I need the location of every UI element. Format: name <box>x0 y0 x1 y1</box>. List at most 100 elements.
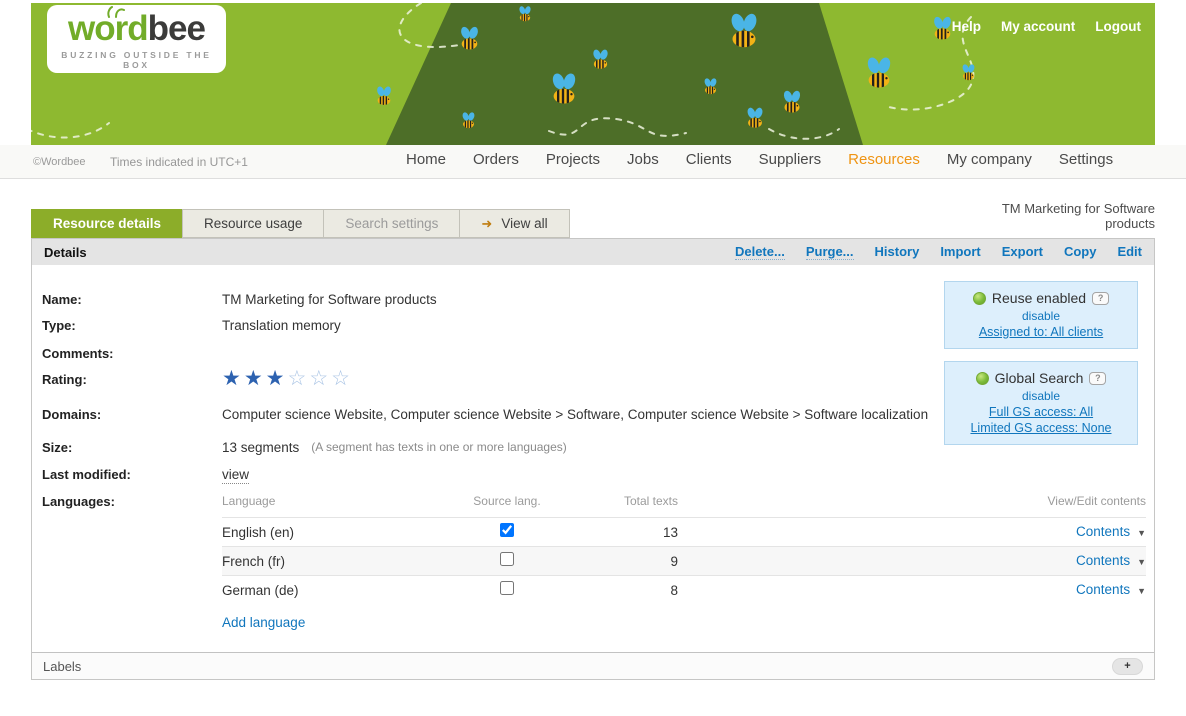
name-label: Name: <box>42 291 222 308</box>
wordbee-page: wordbee BUZZING OUTSIDE THE BOX Help My … <box>0 0 1186 716</box>
tab-resource-usage[interactable]: Resource usage <box>182 209 324 238</box>
nav-item-suppliers[interactable]: Suppliers <box>759 151 822 168</box>
details-panel: Name:TM Marketing for Software products … <box>32 265 1154 652</box>
header-view-edit-contents: View/Edit contents <box>678 493 1146 510</box>
copyright-text: ©Wordbee <box>33 156 86 168</box>
purge-button[interactable]: Purge... <box>806 244 854 260</box>
disable-global-search-link[interactable]: disable <box>949 389 1133 403</box>
contents-link[interactable]: Contents <box>1076 524 1130 539</box>
language-name: German (de) <box>222 582 462 599</box>
page-title: TM Marketing for Software products <box>987 202 1155 232</box>
contents-link[interactable]: Contents <box>1076 582 1130 597</box>
language-row-english: English (en) 13 Contents▼ <box>222 517 1146 546</box>
wordbee-logo[interactable]: wordbee BUZZING OUTSIDE THE BOX <box>47 5 226 73</box>
labels-bar: Labels + <box>32 652 1154 679</box>
limited-gs-access-link[interactable]: Limited GS access: None <box>949 421 1133 435</box>
star-filled-icon[interactable]: ★ <box>222 367 244 390</box>
nav-item-projects[interactable]: Projects <box>546 151 600 168</box>
languages-table-header: Language Source lang. Total texts View/E… <box>222 493 1146 517</box>
total-texts-value: 13 <box>552 524 678 541</box>
reuse-enabled-panel: Reuse enabled ? disable Assigned to: All… <box>944 281 1138 349</box>
source-lang-checkbox[interactable] <box>500 523 514 537</box>
size-label: Size: <box>42 439 222 456</box>
subbar: ©Wordbee Times indicated in UTC+1 Home O… <box>0 145 1186 179</box>
domains-value: Computer science Website, Computer scien… <box>222 406 928 423</box>
import-button[interactable]: Import <box>940 244 980 260</box>
nav-item-home[interactable]: Home <box>406 151 446 168</box>
status-enabled-icon <box>976 372 989 385</box>
languages-label: Languages: <box>42 493 222 510</box>
nav-item-jobs[interactable]: Jobs <box>627 151 659 168</box>
full-gs-access-link[interactable]: Full GS access: All <box>949 405 1133 419</box>
disable-reuse-link[interactable]: disable <box>949 309 1133 323</box>
bee-icon <box>459 111 478 130</box>
header-language: Language <box>222 493 462 510</box>
add-label-button[interactable]: + <box>1112 658 1143 675</box>
star-filled-icon[interactable]: ★ <box>244 367 266 390</box>
chevron-down-icon[interactable]: ▼ <box>1137 557 1146 567</box>
contents-link[interactable]: Contents <box>1076 553 1130 568</box>
global-search-title: Global Search <box>995 370 1084 386</box>
size-value: 13 segments <box>222 439 299 456</box>
language-row-german: German (de) 8 Contents ▼ <box>222 575 1146 604</box>
source-lang-checkbox[interactable] <box>500 581 514 595</box>
edit-button[interactable]: Edit <box>1117 244 1142 260</box>
star-filled-icon[interactable]: ★ <box>266 367 288 390</box>
help-icon[interactable]: ? <box>1089 372 1106 385</box>
chevron-down-icon[interactable]: ▼ <box>1137 586 1146 596</box>
nav-item-resources[interactable]: Resources <box>848 151 920 168</box>
view-link[interactable]: view <box>222 466 249 484</box>
details-toolbar: Details Delete... Purge... History Impor… <box>32 239 1154 265</box>
comments-label: Comments: <box>42 345 222 362</box>
logo-tagline: BUZZING OUTSIDE THE BOX <box>47 50 226 70</box>
chevron-down-icon[interactable]: ▼ <box>1137 528 1146 538</box>
export-button[interactable]: Export <box>1002 244 1043 260</box>
bee-icon <box>546 71 582 107</box>
history-button[interactable]: History <box>875 244 920 260</box>
name-value: TM Marketing for Software products <box>222 291 437 308</box>
total-texts-value: 8 <box>552 582 678 599</box>
top-links: Help My account Logout <box>952 19 1141 34</box>
bee-icon <box>373 85 395 107</box>
tab-view-all[interactable]: ➜View all <box>459 209 569 238</box>
bee-icon <box>959 63 978 82</box>
nav-item-orders[interactable]: Orders <box>473 151 519 168</box>
help-link[interactable]: Help <box>952 19 981 34</box>
tab-search-settings[interactable]: Search settings <box>323 209 460 238</box>
arrow-right-icon: ➜ <box>481 216 492 232</box>
nav-item-settings[interactable]: Settings <box>1059 151 1113 168</box>
header-source-lang: Source lang. <box>462 493 552 510</box>
language-name: French (fr) <box>222 553 462 570</box>
labels-title: Labels <box>43 659 81 674</box>
tab-resource-details[interactable]: Resource details <box>31 209 183 238</box>
delete-button[interactable]: Delete... <box>735 244 785 260</box>
logo-antennae-icon <box>104 6 126 18</box>
toolbar-title: Details <box>44 245 87 260</box>
side-panels: Reuse enabled ? disable Assigned to: All… <box>944 281 1138 457</box>
star-empty-icon[interactable]: ☆ <box>309 367 331 390</box>
logo-text: wordbee <box>47 9 226 49</box>
rating-stars: ★★★☆☆☆ <box>222 368 353 390</box>
logout-link[interactable]: Logout <box>1095 19 1141 34</box>
bee-icon <box>701 77 720 96</box>
help-icon[interactable]: ? <box>1092 292 1109 305</box>
languages-table: Language Source lang. Total texts View/E… <box>222 493 1146 631</box>
type-value: Translation memory <box>222 317 341 334</box>
toolbar-actions: Delete... Purge... History Import Export… <box>735 244 1142 260</box>
bee-icon <box>456 25 483 52</box>
status-enabled-icon <box>973 292 986 305</box>
source-lang-checkbox[interactable] <box>500 552 514 566</box>
bee-icon <box>724 11 764 51</box>
assigned-to-link[interactable]: Assigned to: All clients <box>949 325 1133 339</box>
nav-item-my-company[interactable]: My company <box>947 151 1032 168</box>
star-empty-icon[interactable]: ☆ <box>287 367 309 390</box>
global-search-panel: Global Search ? disable Full GS access: … <box>944 361 1138 445</box>
tabs-row: Resource details Resource usage Search s… <box>31 209 1155 238</box>
type-label: Type: <box>42 317 222 334</box>
my-account-link[interactable]: My account <box>1001 19 1075 34</box>
copy-button[interactable]: Copy <box>1064 244 1097 260</box>
star-empty-icon[interactable]: ☆ <box>331 367 353 390</box>
content-box: Details Delete... Purge... History Impor… <box>31 238 1155 680</box>
nav-item-clients[interactable]: Clients <box>686 151 732 168</box>
add-language-link[interactable]: Add language <box>222 614 305 631</box>
